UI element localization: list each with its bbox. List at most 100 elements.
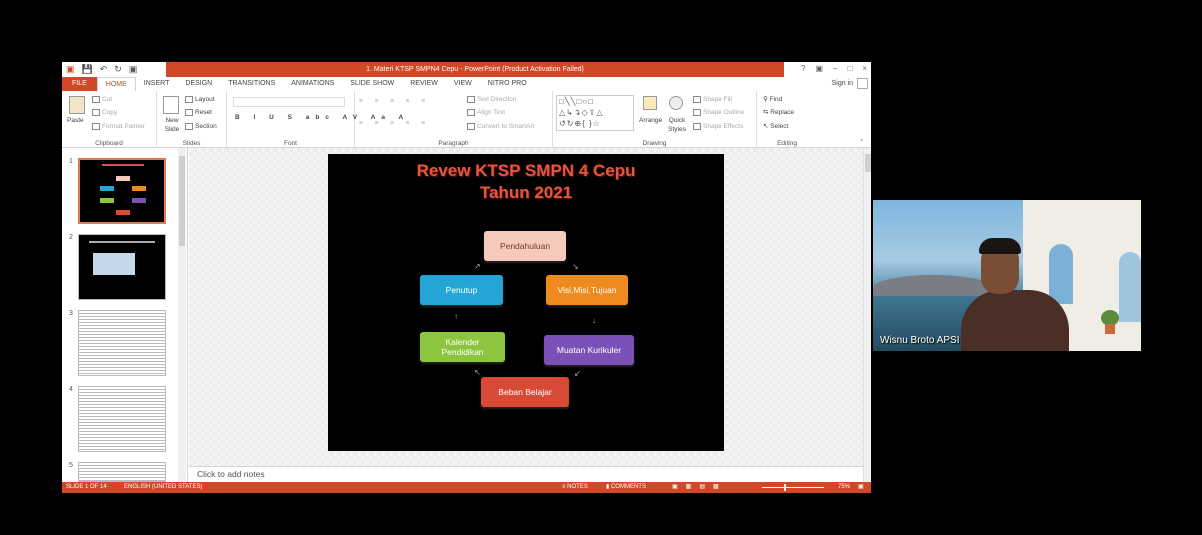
layout-button[interactable]: Layout xyxy=(185,95,215,105)
meeting-stage: ▣ 💾 ↶ ↻ ▣ 1. Materi KTSP SMPN4 Cepu - Po… xyxy=(0,0,1202,535)
list-buttons[interactable]: ≡ ≡ ≡ ≡ ≡ xyxy=(359,97,430,107)
shape-effects-button[interactable]: Shape Effects xyxy=(693,122,743,132)
thumbnail-number: 3 xyxy=(69,310,73,317)
slide-title-line-2: Tahun 2021 xyxy=(479,183,573,202)
tab-view[interactable]: VIEW xyxy=(446,77,480,91)
thumb-table xyxy=(93,253,135,275)
fit-slide-icon[interactable]: ▣ xyxy=(858,482,864,493)
select-label: Select xyxy=(770,123,789,130)
notes-pane[interactable]: Click to add notes xyxy=(189,466,863,482)
smartart-box-beban-belajar[interactable]: Beban Belajar xyxy=(481,377,569,407)
cycle-arrow-icon: ↙ xyxy=(574,369,581,378)
view-buttons[interactable]: ▣▦▤▩ xyxy=(672,482,727,493)
text-direction-label: Text Direction xyxy=(477,96,517,103)
save-icon[interactable]: 💾 xyxy=(82,64,93,75)
thumbnail-number: 2 xyxy=(69,234,73,241)
undo-icon[interactable]: ↶ xyxy=(100,64,108,75)
paste-icon xyxy=(69,96,85,114)
redo-icon[interactable]: ↻ xyxy=(114,64,122,75)
drawing-group-label: Drawing xyxy=(642,140,667,147)
tab-review[interactable]: REVIEW xyxy=(402,77,446,91)
tab-slide-show[interactable]: SLIDE SHOW xyxy=(342,77,402,91)
section-label: Section xyxy=(195,123,217,130)
thumb-title-mark xyxy=(102,164,144,166)
comments-button[interactable]: ▮ COMMENTS xyxy=(606,482,646,493)
smartart-box-muatan-kurikuler[interactable]: Muatan Kurikuler xyxy=(544,335,634,365)
shape-fill-button[interactable]: Shape Fill xyxy=(693,95,732,105)
paragraph-group-label: Paragraph xyxy=(438,140,469,147)
shape-outline-label: Shape Outline xyxy=(703,109,745,116)
collapse-ribbon-icon[interactable]: ⌃ xyxy=(859,138,864,148)
slides-group: New Slide Layout Reset Section Slides xyxy=(157,91,227,148)
ribbon: Paste Cut Copy Format Painter Clipboard … xyxy=(62,91,871,148)
smartart-box-pendahuluan[interactable]: Pendahuluan xyxy=(484,231,566,261)
quick-styles-icon xyxy=(669,96,683,110)
tab-animations[interactable]: ANIMATIONS xyxy=(283,77,342,91)
tab-nitro-pro[interactable]: NITRO PRO xyxy=(480,77,535,91)
participant-name: Wisnu Broto APSI xyxy=(880,335,960,346)
slide-thumbnail-3[interactable] xyxy=(78,310,166,376)
slide-thumbnail-5[interactable] xyxy=(78,462,166,482)
ribbon-display-icon[interactable]: ▣ xyxy=(815,64,823,73)
maximize-icon[interactable]: □ xyxy=(847,64,852,73)
smartart-box-penutup[interactable]: Penutup xyxy=(420,275,503,305)
participant-figure xyxy=(961,290,1069,351)
editing-group-label: Editing xyxy=(777,140,797,147)
sign-in-link[interactable]: Sign in xyxy=(832,77,853,91)
thumb-box xyxy=(100,186,114,191)
select-button[interactable]: ↖ Select xyxy=(763,122,788,132)
tab-file[interactable]: FILE xyxy=(62,77,97,91)
align-text-button[interactable]: Align Text xyxy=(467,108,505,118)
tab-design[interactable]: DESIGN xyxy=(177,77,220,91)
user-icon[interactable] xyxy=(857,78,868,89)
clipboard-group-label: Clipboard xyxy=(95,140,123,147)
shape-effects-label: Shape Effects xyxy=(703,123,744,130)
thumbnail-scrollbar[interactable] xyxy=(178,148,186,482)
new-slide-button[interactable]: New Slide xyxy=(160,116,184,134)
font-name-box[interactable] xyxy=(233,97,345,107)
smartart-box-kalender-pendidikan[interactable]: Kalender Pendidikan xyxy=(420,332,505,362)
minimize-icon[interactable]: – xyxy=(833,64,837,73)
tab-home[interactable]: HOME xyxy=(96,77,136,91)
paste-button[interactable]: Paste xyxy=(67,116,84,126)
copy-icon xyxy=(92,108,100,116)
shape-outline-button[interactable]: Shape Outline xyxy=(693,108,744,118)
slide-thumbnail-4[interactable] xyxy=(78,386,166,452)
editor-scrollbar[interactable] xyxy=(863,148,871,482)
slide-thumbnail-1[interactable] xyxy=(78,158,166,224)
close-icon[interactable]: × xyxy=(862,64,867,73)
text-direction-button[interactable]: Text Direction xyxy=(467,95,516,105)
reset-button[interactable]: Reset xyxy=(185,108,212,118)
language-indicator[interactable]: ENGLISH (UNITED STATES) xyxy=(124,482,202,493)
replace-button[interactable]: ⇆ Replace xyxy=(763,108,794,118)
copy-button[interactable]: Copy xyxy=(92,108,117,118)
help-icon[interactable]: ? xyxy=(801,64,805,73)
tab-insert[interactable]: INSERT xyxy=(136,77,178,91)
text-direction-icon xyxy=(467,95,475,103)
scroll-thumb[interactable] xyxy=(865,154,871,172)
zoom-slider[interactable] xyxy=(762,487,824,488)
convert-smartart-button[interactable]: Convert to SmartArt xyxy=(467,122,534,132)
replace-label: Replace xyxy=(770,109,795,116)
find-button[interactable]: ⚲ Find xyxy=(763,95,782,105)
paragraph-group: ≡ ≡ ≡ ≡ ≡ ≡ ≡ ≡ ≡ ≡ Text Direction Align… xyxy=(355,91,553,148)
shapes-gallery[interactable]: □╲╲□○□ △↳↴◇⇧△ ↺↻⊕{ }☆ xyxy=(556,95,634,131)
arrange-button[interactable]: Arrange xyxy=(639,116,662,126)
smartart-box-visi-misi-tujuan[interactable]: Visi,Misi,Tujuan xyxy=(546,275,628,305)
section-button[interactable]: Section xyxy=(185,122,217,132)
align-buttons[interactable]: ≡ ≡ ≡ ≡ ≡ xyxy=(359,119,430,129)
cut-button[interactable]: Cut xyxy=(92,95,112,105)
binoculars-icon: ⚲ xyxy=(763,96,768,103)
zoom-level[interactable]: 75% xyxy=(838,482,850,493)
tab-transitions[interactable]: TRANSITIONS xyxy=(220,77,283,91)
notes-button[interactable]: ≡ NOTES xyxy=(562,482,588,493)
scroll-thumb[interactable] xyxy=(179,156,185,246)
start-slideshow-icon[interactable]: ▣ xyxy=(129,64,138,75)
format-painter-label: Format Painter xyxy=(102,123,145,130)
format-painter-button[interactable]: Format Painter xyxy=(92,122,145,132)
current-slide[interactable]: Revew KTSP SMPN 4 Cepu Tahun 2021 Pendah… xyxy=(328,154,724,451)
quick-styles-button[interactable]: Quick Styles xyxy=(666,116,688,134)
title-bar: ▣ 💾 ↶ ↻ ▣ 1. Materi KTSP SMPN4 Cepu - Po… xyxy=(62,62,871,77)
zoom-slider-knob[interactable] xyxy=(784,484,786,491)
slide-thumbnail-2[interactable] xyxy=(78,234,166,300)
